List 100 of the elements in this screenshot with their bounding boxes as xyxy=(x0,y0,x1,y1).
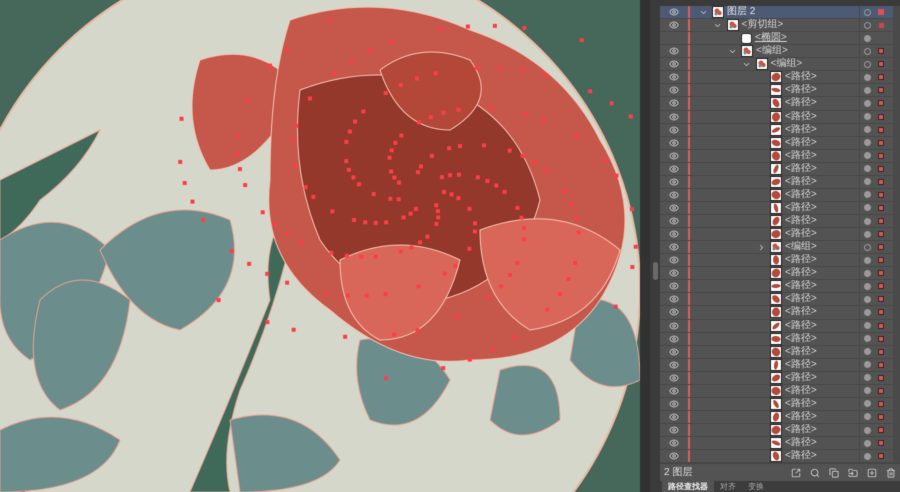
layer-row[interactable]: <路径> xyxy=(660,346,893,359)
layer-row[interactable]: <编组> xyxy=(660,45,893,58)
visibility-eye-icon[interactable] xyxy=(669,202,679,213)
selection-square-icon[interactable] xyxy=(878,257,884,264)
visibility-eye-icon[interactable] xyxy=(669,360,679,370)
visibility-eye-icon[interactable] xyxy=(669,451,679,462)
visibility-eye-icon[interactable] xyxy=(669,398,679,409)
panel-tab[interactable]: 路径查找器 xyxy=(662,481,714,492)
layer-row[interactable]: <路径> xyxy=(660,97,893,110)
visibility-eye-icon[interactable] xyxy=(669,216,679,226)
visibility-eye-icon[interactable] xyxy=(669,59,679,70)
layer-row[interactable]: <剪切组> xyxy=(660,19,893,32)
selection-square-icon[interactable] xyxy=(878,414,884,420)
visibility-eye-icon[interactable] xyxy=(669,98,679,108)
visibility-eye-icon[interactable] xyxy=(669,190,679,200)
selection-square-icon[interactable] xyxy=(878,61,884,68)
selection-square-icon[interactable] xyxy=(878,192,884,198)
layer-row[interactable]: <路径> xyxy=(660,267,893,280)
selection-square-icon[interactable] xyxy=(878,152,884,159)
visibility-eye-icon[interactable] xyxy=(669,334,679,344)
selection-square-icon[interactable] xyxy=(878,166,884,172)
layer-row[interactable]: <路径> xyxy=(660,176,893,189)
layer-row[interactable]: <路径> xyxy=(660,188,893,202)
selection-square-icon[interactable] xyxy=(878,309,884,316)
selection-square-icon[interactable] xyxy=(878,388,884,394)
layer-row[interactable]: <路径> xyxy=(660,410,893,424)
visibility-eye-icon[interactable] xyxy=(669,412,679,422)
layer-row[interactable]: <路径> xyxy=(660,71,893,84)
layer-row[interactable]: <编组> xyxy=(660,58,893,72)
layer-row[interactable]: <路径> xyxy=(660,254,893,268)
layer-row[interactable]: <路径> xyxy=(660,320,893,333)
visibility-eye-icon[interactable] xyxy=(669,425,679,436)
layer-row[interactable]: <路径> xyxy=(660,228,893,242)
visibility-eye-icon[interactable] xyxy=(669,268,679,278)
visibility-eye-icon[interactable] xyxy=(669,242,679,252)
layer-row[interactable]: <路径> xyxy=(660,398,893,411)
visibility-eye-icon[interactable] xyxy=(669,255,679,266)
layer-row[interactable]: <路径> xyxy=(660,124,893,137)
export-icon[interactable] xyxy=(791,468,801,478)
selection-square-icon[interactable] xyxy=(878,244,884,250)
selection-square-icon[interactable] xyxy=(878,87,884,94)
layer-row[interactable]: <路径> xyxy=(660,202,893,215)
visibility-eye-icon[interactable] xyxy=(669,7,679,18)
visibility-eye-icon[interactable] xyxy=(669,386,679,396)
layer-row[interactable]: <路径> xyxy=(660,162,893,176)
layer-row[interactable]: <编组> xyxy=(660,241,893,254)
selection-square-icon[interactable] xyxy=(878,178,884,185)
layer-row[interactable]: <路径> xyxy=(660,424,893,438)
visibility-eye-icon[interactable] xyxy=(669,164,679,174)
layer-row[interactable]: <路径> xyxy=(660,384,893,398)
selection-square-icon[interactable] xyxy=(878,427,884,434)
visibility-eye-icon[interactable] xyxy=(669,294,679,304)
layer-row[interactable]: <路径> xyxy=(660,110,893,124)
layer-row[interactable]: <路径> xyxy=(660,136,893,150)
layer-row[interactable]: <路径> xyxy=(660,293,893,306)
visibility-eye-icon[interactable] xyxy=(669,20,679,30)
layer-row[interactable]: <椭圆> xyxy=(660,32,893,46)
delete-icon[interactable] xyxy=(886,468,896,478)
visibility-eye-icon[interactable] xyxy=(669,438,679,448)
selection-square-icon[interactable] xyxy=(878,348,884,355)
visibility-eye-icon[interactable] xyxy=(669,46,679,56)
selection-square-icon[interactable] xyxy=(878,126,884,133)
layer-row[interactable]: <路径> xyxy=(660,358,893,372)
selection-square-icon[interactable] xyxy=(878,140,884,146)
selection-square-icon[interactable] xyxy=(878,296,884,302)
visibility-eye-icon[interactable] xyxy=(669,85,679,96)
selection-square-icon[interactable] xyxy=(878,453,884,460)
visibility-eye-icon[interactable] xyxy=(669,150,679,161)
visibility-eye-icon[interactable] xyxy=(669,124,679,135)
selection-square-icon[interactable] xyxy=(878,231,884,238)
selection-square-icon[interactable] xyxy=(878,204,884,211)
selection-square-icon[interactable] xyxy=(878,362,884,368)
selection-square-icon[interactable] xyxy=(878,48,884,54)
layer-row[interactable]: 图层 2 xyxy=(660,6,893,20)
layer-row[interactable]: <路径> xyxy=(660,280,893,294)
layer-row[interactable]: <路径> xyxy=(660,150,893,163)
selection-square-icon[interactable] xyxy=(878,283,884,290)
selection-square-icon[interactable] xyxy=(878,74,884,80)
selection-square-icon[interactable] xyxy=(878,440,884,446)
new-layer-icon[interactable] xyxy=(867,468,877,478)
visibility-eye-icon[interactable] xyxy=(669,320,679,331)
search-icon[interactable] xyxy=(810,468,820,478)
selection-square-icon[interactable] xyxy=(878,400,884,407)
selection-square-icon[interactable] xyxy=(878,270,884,276)
layer-row[interactable]: <路径> xyxy=(660,215,893,228)
panel-tab[interactable]: 变换 xyxy=(742,481,770,492)
visibility-eye-icon[interactable] xyxy=(669,307,679,318)
visibility-eye-icon[interactable] xyxy=(669,372,679,383)
panel-tab[interactable]: 对齐 xyxy=(714,481,742,492)
vertical-scrollbar[interactable] xyxy=(650,0,660,492)
selection-square-icon[interactable] xyxy=(878,374,884,381)
selection-square-icon[interactable] xyxy=(878,322,884,329)
visibility-eye-icon[interactable] xyxy=(669,176,679,187)
visibility-eye-icon[interactable] xyxy=(669,346,679,357)
layer-row[interactable]: <路径> xyxy=(660,372,893,385)
layer-row[interactable]: <路径> xyxy=(660,306,893,320)
layer-row[interactable]: <路径> xyxy=(660,437,893,450)
layer-row[interactable]: <路径> xyxy=(660,84,893,98)
visibility-eye-icon[interactable] xyxy=(669,138,679,148)
visibility-eye-icon[interactable] xyxy=(669,229,679,240)
